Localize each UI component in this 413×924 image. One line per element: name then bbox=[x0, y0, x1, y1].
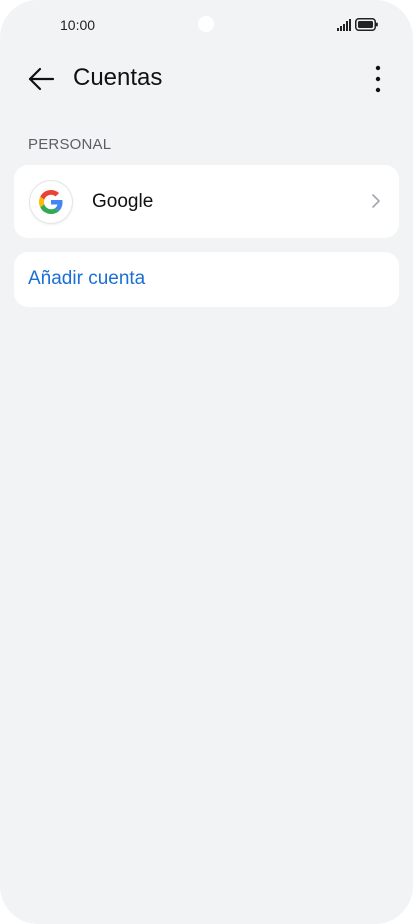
more-vertical-icon bbox=[375, 65, 381, 93]
battery-icon bbox=[355, 18, 378, 31]
signal-icon bbox=[337, 19, 351, 31]
add-account-label: Añadir cuenta bbox=[28, 268, 146, 289]
google-logo-icon bbox=[30, 181, 72, 223]
phone-screen: 10:00 Cuentas PERSONAL Google Añadir cue… bbox=[0, 0, 413, 924]
arrow-left-icon bbox=[28, 67, 55, 91]
camera-cutout bbox=[198, 16, 214, 32]
more-options-button[interactable] bbox=[364, 62, 392, 96]
account-item-google[interactable]: Google bbox=[14, 165, 399, 238]
app-header: Cuentas bbox=[0, 56, 413, 100]
status-bar: 10:00 bbox=[0, 0, 413, 50]
page-title: Cuentas bbox=[73, 64, 163, 91]
chevron-right-icon bbox=[372, 194, 380, 208]
add-account-button[interactable]: Añadir cuenta bbox=[14, 252, 399, 307]
account-label: Google bbox=[92, 191, 154, 212]
status-time: 10:00 bbox=[60, 17, 96, 33]
back-button[interactable] bbox=[24, 62, 58, 96]
section-label-personal: PERSONAL bbox=[28, 136, 112, 153]
